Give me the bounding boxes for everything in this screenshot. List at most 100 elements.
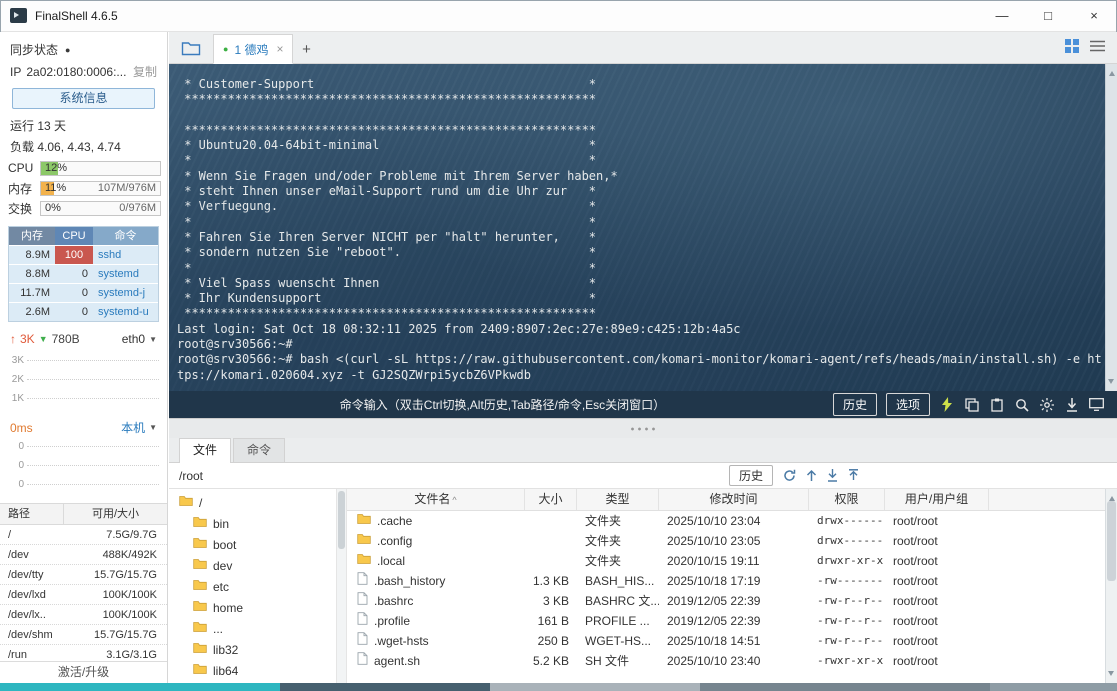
file-owner: root/root: [893, 574, 938, 588]
copy-ip-link[interactable]: 复制: [133, 63, 157, 80]
bolt-icon[interactable]: [939, 397, 955, 413]
tree-item[interactable]: lib32: [169, 639, 336, 660]
tree-item[interactable]: home: [169, 597, 336, 618]
fullscreen-icon[interactable]: [1089, 397, 1105, 413]
disk-row[interactable]: /run 3.1G/3.1G: [0, 645, 167, 661]
ping-tick-label: 0: [18, 441, 24, 452]
tree-item[interactable]: lib64: [169, 660, 336, 681]
process-col-cpu[interactable]: CPU: [55, 227, 93, 245]
process-table-header[interactable]: 内存 CPU 命令: [9, 227, 158, 245]
tree-item[interactable]: bin: [169, 513, 336, 534]
col-type[interactable]: 类型: [577, 489, 659, 510]
path-input[interactable]: /root: [179, 469, 203, 483]
scroll-up-icon[interactable]: [1108, 493, 1115, 501]
search-icon[interactable]: [1014, 397, 1030, 413]
scroll-down-icon[interactable]: [1108, 379, 1114, 387]
disk-row[interactable]: /dev/lxd 100K/100K: [0, 585, 167, 605]
options-button[interactable]: 选项: [885, 393, 930, 416]
download-file-icon[interactable]: [827, 469, 838, 482]
file-row[interactable]: .wget-hsts 250 B WGET-HS... 2025/10/18 1…: [347, 631, 1105, 651]
grid-view-icon[interactable]: [1065, 39, 1079, 56]
path-history-button[interactable]: 历史: [728, 465, 773, 486]
upload-file-icon[interactable]: [848, 469, 859, 482]
file-row[interactable]: .bashrc 3 KB BASHRC 文... 2019/12/05 22:3…: [347, 591, 1105, 611]
interface-name: eth0: [121, 332, 146, 346]
history-button[interactable]: 历史: [832, 393, 877, 416]
paste-icon[interactable]: [989, 397, 1005, 413]
file-owner: root/root: [893, 594, 938, 608]
terminal-scrollbar[interactable]: [1105, 64, 1117, 391]
process-row[interactable]: 8.9M 100 sshd: [9, 245, 158, 264]
memory-detail: 107M/976M: [97, 181, 156, 194]
process-row[interactable]: 8.8M 0 systemd: [9, 264, 158, 283]
tree-item-root[interactable]: /: [169, 492, 336, 513]
col-owner[interactable]: 用户/用户组: [885, 489, 989, 510]
panel-splitter[interactable]: [169, 418, 1117, 438]
terminal[interactable]: * Customer-Support * *******************…: [169, 64, 1117, 391]
ping-target-selector[interactable]: 本机 ▼: [121, 419, 157, 436]
disk-size: 100K/100K: [102, 589, 157, 601]
file-table-scrollbar[interactable]: [1105, 489, 1117, 683]
file-row[interactable]: .local 文件夹 2020/10/15 19:11 drwxr-xr-x r…: [347, 551, 1105, 571]
file-tree: / bin boot dev etc home ... lib32 lib64: [169, 489, 337, 683]
disk-row[interactable]: / 7.5G/9.7G: [0, 525, 167, 545]
col-mtime[interactable]: 修改时间: [659, 489, 809, 510]
file-name: agent.sh: [374, 654, 421, 668]
interface-selector[interactable]: eth0 ▼: [122, 332, 157, 346]
file-name: .bashrc: [374, 594, 414, 608]
scrollbar-thumb[interactable]: [1107, 501, 1116, 581]
process-row[interactable]: 11.7M 0 systemd-j: [9, 283, 158, 302]
maximize-button[interactable]: □: [1025, 0, 1071, 31]
process-col-memory[interactable]: 内存: [9, 227, 55, 245]
tree-item[interactable]: etc: [169, 576, 336, 597]
disk-row[interactable]: /dev 488K/492K: [0, 545, 167, 565]
file-row[interactable]: .profile 161 B PROFILE ... 2019/12/05 22…: [347, 611, 1105, 631]
sync-status-dot-icon: ●: [65, 44, 71, 55]
folder-icon: [193, 663, 207, 678]
disk-row[interactable]: /dev/lx.. 100K/100K: [0, 605, 167, 625]
disk-row[interactable]: /dev/tty 15.7G/15.7G: [0, 565, 167, 585]
file-panel-body: / bin boot dev etc home ... lib32 lib64 …: [169, 489, 1117, 683]
command-input-hint[interactable]: 命令输入（双击Ctrl切换,Alt历史,Tab路径/命令,Esc关闭窗口）: [340, 396, 665, 413]
swap-meter-row: 交换 0% 0/976M: [0, 198, 167, 218]
system-info-button[interactable]: 系统信息: [12, 88, 155, 109]
tree-item[interactable]: dev: [169, 555, 336, 576]
close-button[interactable]: ×: [1071, 0, 1117, 31]
file-row[interactable]: agent.sh 5.2 KB SH 文件 2025/10/10 23:40 -…: [347, 651, 1105, 671]
file-row[interactable]: .cache 文件夹 2025/10/10 23:04 drwx------ r…: [347, 511, 1105, 531]
file-row[interactable]: .config 文件夹 2025/10/10 23:05 drwx------ …: [347, 531, 1105, 551]
col-size[interactable]: 大小: [525, 489, 577, 510]
activate-upgrade-link[interactable]: 激活/升级: [0, 661, 167, 683]
col-perm[interactable]: 权限: [809, 489, 885, 510]
file-type: 文件夹: [585, 554, 622, 568]
scroll-up-icon[interactable]: [1108, 68, 1115, 76]
cpu-meter: 12%: [40, 160, 161, 176]
scroll-down-icon[interactable]: [1108, 671, 1114, 679]
tab-commands[interactable]: 命令: [233, 438, 286, 462]
menu-icon[interactable]: [1090, 40, 1105, 55]
process-row[interactable]: 2.6M 0 systemd-u: [9, 302, 158, 321]
tab-files[interactable]: 文件: [179, 438, 232, 463]
tree-item[interactable]: ...: [169, 618, 336, 639]
parent-directory-icon[interactable]: [806, 469, 817, 482]
disk-row[interactable]: /dev/shm 15.7G/15.7G: [0, 625, 167, 645]
new-tab-button[interactable]: +: [293, 35, 319, 63]
gear-icon[interactable]: [1039, 397, 1055, 413]
tab-close-icon[interactable]: ×: [276, 42, 283, 56]
connection-manager-button[interactable]: [175, 35, 207, 63]
tree-scrollbar[interactable]: [337, 489, 347, 683]
tree-item[interactable]: boot: [169, 534, 336, 555]
process-col-command[interactable]: 命令: [93, 227, 158, 245]
scrollbar-thumb[interactable]: [338, 491, 345, 549]
disk-path: /dev/tty: [8, 569, 44, 581]
file-type: PROFILE ...: [585, 614, 650, 628]
copy-icon[interactable]: [964, 397, 980, 413]
minimize-button[interactable]: —: [979, 0, 1025, 31]
col-filename[interactable]: 文件名 ^: [347, 489, 525, 510]
window-controls: — □ ×: [979, 0, 1117, 31]
file-row[interactable]: .bash_history 1.3 KB BASH_HIS... 2025/10…: [347, 571, 1105, 591]
session-tab[interactable]: ● 1 德鸡 ×: [213, 34, 294, 64]
download-icon[interactable]: [1064, 397, 1080, 413]
refresh-icon[interactable]: [783, 469, 796, 482]
splitter-handle-icon[interactable]: [629, 427, 657, 431]
